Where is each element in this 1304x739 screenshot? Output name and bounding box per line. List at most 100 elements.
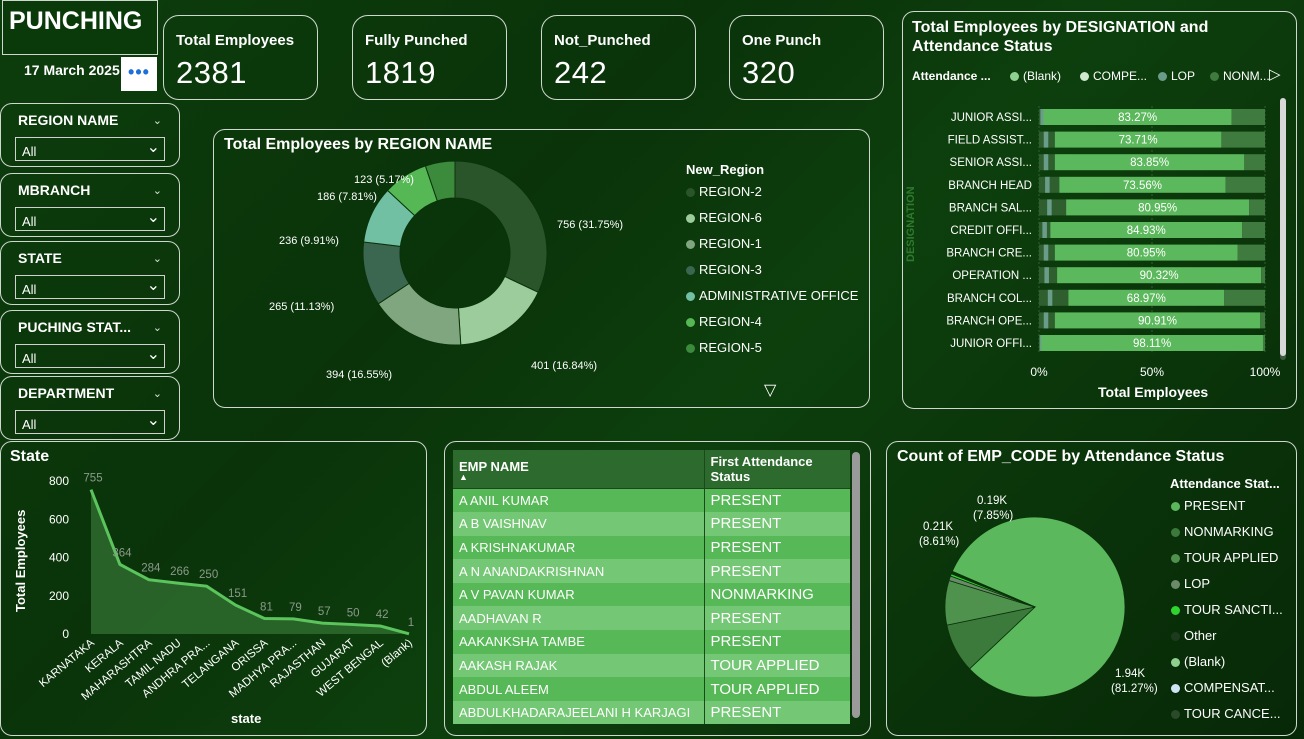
slicer-punching-status[interactable]: PUCHING STAT... ⌄ All ⌄	[0, 310, 180, 374]
slicer-state[interactable]: STATE ⌄ All ⌄	[0, 241, 180, 305]
table-scrollbar[interactable]	[852, 452, 860, 718]
bar-segment[interactable]	[1043, 244, 1049, 261]
legend-item[interactable]: TOUR SANCTI...	[1171, 602, 1283, 617]
legend-item[interactable]: LOP	[1171, 576, 1210, 591]
bar-segment[interactable]	[1262, 335, 1265, 351]
legend-item[interactable]: REGION-3	[686, 262, 762, 277]
bar-segment[interactable]	[1242, 222, 1265, 238]
legend-label: REGION-2	[699, 184, 762, 199]
slicer-dropdown[interactable]: All ⌄	[15, 275, 165, 299]
cell-status[interactable]: PRESENT	[703, 488, 850, 513]
bar-segment[interactable]	[1225, 176, 1265, 193]
more-options-button[interactable]: •••	[121, 57, 157, 91]
table-row[interactable]: A N ANANDAKRISHNAN PRESENT	[453, 559, 850, 583]
bar-segment[interactable]	[1237, 244, 1265, 261]
table-row[interactable]: AAKANKSHA TAMBE PRESENT	[453, 630, 850, 654]
cell-status[interactable]: PRESENT	[703, 700, 850, 725]
bar-segment[interactable]	[1039, 289, 1069, 306]
bar-segment[interactable]	[1244, 154, 1265, 171]
bar-segment[interactable]	[1249, 199, 1265, 216]
bar-segment[interactable]	[1045, 176, 1050, 193]
cell-status[interactable]: PRESENT	[703, 559, 850, 583]
category-label: BRANCH HEAD	[948, 180, 1032, 192]
scrollbar[interactable]	[1280, 98, 1286, 360]
bar-segment[interactable]	[1047, 289, 1053, 306]
legend-item[interactable]: TOUR APPLIED	[1171, 550, 1278, 565]
bar-segment[interactable]	[1231, 109, 1265, 125]
bar-segment[interactable]	[1044, 267, 1049, 284]
category-label: CREDIT OFFI...	[950, 225, 1032, 237]
chevron-down-icon: ⌄	[146, 139, 160, 156]
cell-status[interactable]: TOUR APPLIED	[703, 677, 850, 701]
legend-item[interactable]: Other	[1171, 628, 1217, 643]
cell-emp-name[interactable]: A B VAISHNAV	[453, 512, 704, 536]
table-row[interactable]: ABDULKHADARAJEELANI H KARJAGI PRESENT	[453, 700, 850, 725]
cell-emp-name[interactable]: A KRISHNAKUMAR	[453, 535, 704, 560]
state-area-chart: 8006004002000755KARNATAKA364KERALA284MAH…	[37, 473, 415, 703]
chevron-down-icon[interactable]: ⌄	[153, 321, 162, 334]
legend-dot	[686, 214, 695, 224]
legend-item[interactable]: PRESENT	[1171, 498, 1245, 513]
bar-segment[interactable]	[1261, 267, 1265, 284]
scroll-down-icon[interactable]: ▽	[764, 380, 776, 400]
cell-status[interactable]: PRESENT	[703, 630, 850, 654]
bar-segment[interactable]	[1042, 222, 1047, 238]
column-header-emp-name[interactable]: EMP NAME ▲	[453, 450, 704, 489]
cell-status[interactable]: PRESENT	[703, 535, 850, 560]
table-row[interactable]: ABDUL ALEEM TOUR APPLIED	[453, 677, 850, 701]
chevron-down-icon[interactable]: ⌄	[153, 114, 162, 127]
legend-item[interactable]: REGION-1	[686, 236, 762, 251]
bar-segment[interactable]	[1224, 289, 1265, 306]
cell-emp-name[interactable]: AAKANKSHA TAMBE	[453, 630, 704, 654]
donut-slice[interactable]	[457, 275, 539, 346]
chevron-down-icon[interactable]: ⌄	[153, 184, 162, 197]
table-row[interactable]: A KRISHNAKUMAR PRESENT	[453, 535, 850, 560]
bar-segment[interactable]	[1043, 312, 1049, 329]
slicer-region-name[interactable]: REGION NAME ⌄ All ⌄	[0, 103, 180, 167]
legend-item[interactable]: COMPENSAT...	[1171, 680, 1275, 695]
table-row[interactable]: AAKASH RAJAK TOUR APPLIED	[453, 653, 850, 678]
donut-slice[interactable]	[454, 160, 548, 293]
column-header-first-status[interactable]: First Attendance Status	[703, 450, 850, 489]
slicer-dropdown[interactable]: All ⌄	[15, 410, 165, 434]
cell-status[interactable]: NONMARKING	[703, 582, 850, 607]
slicer-dropdown[interactable]: All ⌄	[15, 344, 165, 368]
employee-table-wrap[interactable]: EMP NAME ▲ First Attendance Status A ANIL…	[453, 450, 858, 726]
cell-emp-name[interactable]: A V PAVAN KUMAR	[453, 582, 704, 607]
table-row[interactable]: AADHAVAN R PRESENT	[453, 606, 850, 631]
legend-item[interactable]: NONMARKING	[1171, 524, 1274, 539]
cell-emp-name[interactable]: AAKASH RAJAK	[453, 653, 704, 678]
scrollbar-thumb[interactable]	[1280, 98, 1286, 356]
legend-item[interactable]: REGION-4	[686, 314, 762, 329]
chevron-down-icon[interactable]: ⌄	[153, 252, 162, 265]
chevron-down-icon[interactable]: ⌄	[153, 387, 162, 400]
legend-item[interactable]: ADMINISTRATIVE OFFICE	[686, 288, 858, 303]
legend-item[interactable]: (Blank)	[1171, 654, 1225, 669]
bar-segment[interactable]	[1043, 154, 1049, 171]
table-row[interactable]: A V PAVAN KUMAR NONMARKING	[453, 582, 850, 607]
bar-segment[interactable]	[1039, 199, 1067, 216]
legend-item[interactable]: REGION-6	[686, 210, 762, 225]
table-row[interactable]: A B VAISHNAV PRESENT	[453, 512, 850, 536]
table-row[interactable]: A ANIL KUMAR PRESENT	[453, 488, 850, 513]
employee-table-panel: EMP NAME ▲ First Attendance Status A ANIL…	[444, 441, 871, 736]
cell-emp-name[interactable]: A ANIL KUMAR	[453, 488, 704, 513]
cell-emp-name[interactable]: ABDULKHADARAJEELANI H KARJAGI	[453, 700, 704, 725]
legend-item[interactable]: TOUR CANCE...	[1171, 706, 1281, 721]
bar-segment[interactable]	[1047, 199, 1052, 216]
legend-item[interactable]: REGION-2	[686, 184, 762, 199]
slicer-department[interactable]: DEPARTMENT ⌄ All ⌄	[0, 376, 180, 440]
cell-emp-name[interactable]: A N ANANDAKRISHNAN	[453, 559, 704, 583]
cell-status[interactable]: PRESENT	[703, 512, 850, 536]
cell-status[interactable]: PRESENT	[703, 606, 850, 631]
slicer-dropdown[interactable]: All ⌄	[15, 137, 165, 161]
cell-emp-name[interactable]: AADHAVAN R	[453, 606, 704, 631]
bar-segment[interactable]	[1260, 312, 1265, 329]
cell-status[interactable]: TOUR APPLIED	[703, 653, 850, 678]
bar-segment[interactable]	[1043, 131, 1049, 148]
legend-item[interactable]: REGION-5	[686, 340, 762, 355]
bar-segment[interactable]	[1221, 131, 1265, 148]
slicer-dropdown[interactable]: All ⌄	[15, 207, 165, 231]
slicer-mbranch[interactable]: MBRANCH ⌄ All ⌄	[0, 173, 180, 237]
cell-emp-name[interactable]: ABDUL ALEEM	[453, 677, 704, 701]
